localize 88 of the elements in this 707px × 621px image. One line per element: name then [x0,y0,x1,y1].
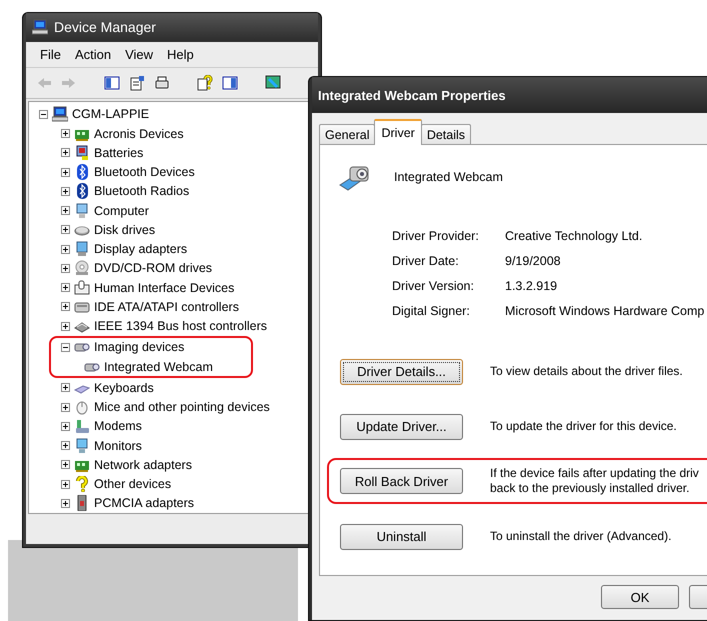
expand-icon[interactable] [61,383,70,392]
monitor-icon [74,202,90,219]
action-description: To update the driver for this device. [490,419,677,434]
expand-icon[interactable] [61,422,70,431]
collapse-icon[interactable] [61,342,70,352]
question-mark-icon [74,476,90,492]
battery-icon [74,144,90,161]
expand-icon[interactable] [61,244,70,254]
expand-icon[interactable] [61,225,70,234]
window-title: Device Manager [54,19,156,36]
action-description: To view details about the driver files. [490,364,683,379]
expand-icon[interactable] [61,283,70,292]
device-name: Integrated Webcam [394,170,503,184]
computer-icon [32,19,48,36]
expand-icon[interactable] [61,460,70,470]
tree-item[interactable]: Integrated Webcam [104,360,213,374]
tab[interactable]: Driver [374,119,422,145]
field-value: Creative Technology Ltd. [505,229,644,243]
tree-item[interactable]: Keyboards [94,380,154,395]
menu-item[interactable]: Help [161,44,200,64]
modem-icon [74,418,90,434]
expand-icon[interactable] [61,129,70,138]
printer-icon[interactable] [154,74,170,91]
bluetooth-icon [74,164,90,180]
field-label: Driver Date: [392,254,460,268]
field-label: Driver Version: [392,279,475,293]
dialog-button[interactable] [689,585,707,609]
expand-icon[interactable] [61,186,70,196]
field-value: 9/19/2008 [505,254,562,268]
expand-icon[interactable] [61,498,70,508]
menu-item[interactable]: Action [68,44,118,64]
tree-item[interactable]: Bluetooth Devices [94,165,195,180]
tree-item[interactable]: Monitors [94,438,142,453]
tree-item[interactable]: Modems [94,419,142,434]
driver-action-button[interactable]: Driver Details... [340,358,463,384]
tree-item[interactable]: Human Interface Devices [94,280,234,295]
menu-item[interactable]: View [119,44,160,64]
tree-item[interactable]: Bluetooth Radios [94,184,190,198]
expand-icon[interactable] [61,402,70,412]
tree-item[interactable]: Acronis Devices [94,126,184,141]
tree-item[interactable]: IEEE 1394 Bus host controllers [94,319,268,334]
tree-item[interactable]: Imaging devices [94,340,184,354]
tab[interactable]: Details [420,124,472,144]
action-description: To uninstall the driver (Advanced). [490,529,672,544]
panel-icon[interactable] [104,74,120,91]
expand-icon[interactable] [61,148,70,158]
panel-icon[interactable] [222,74,238,91]
expand-icon[interactable] [61,264,70,273]
tree-item[interactable]: DVD/CD-ROM drives [94,261,212,276]
tree-item[interactable]: Batteries [94,146,144,160]
scan-hardware-icon[interactable] [265,74,281,91]
tree-item[interactable]: Computer [94,204,149,218]
help-icon[interactable] [197,74,213,91]
tree-item[interactable]: Mice and other pointing devices [94,400,270,414]
expand-icon[interactable] [61,168,70,177]
computer-icon [52,106,68,122]
driver-action-button[interactable]: Update Driver... [340,414,463,440]
expand-icon[interactable] [61,322,70,331]
properties-icon[interactable] [129,74,145,91]
collapse-icon[interactable] [39,110,48,119]
field-value: Microsoft Windows Hardware Comp [505,304,706,318]
driver-action-button[interactable]: Uninstall [340,524,463,550]
tree-item[interactable]: IDE ATA/ATAPI controllers [94,300,239,314]
tab[interactable]: General [319,124,376,144]
menu-item[interactable]: File [34,44,67,64]
field-label: Driver Provider: [392,229,480,243]
driver-action-button[interactable]: Roll Back Driver [340,468,463,494]
tree-item[interactable]: Disk drives [94,222,156,237]
expand-icon[interactable] [61,480,70,489]
expand-icon[interactable] [61,206,70,216]
mouse-keyboard-icon [74,280,90,296]
expand-icon[interactable] [61,441,70,450]
ok-button[interactable]: OK [601,585,680,609]
tree-item[interactable]: Other devices [94,477,172,492]
display-adapter-icon [74,241,90,258]
expand-icon[interactable] [61,302,70,312]
action-description: If the device fails after updating the driv back to the previously installed driver. [490,466,699,496]
tree-item[interactable]: CGM-LAPPIE [72,107,150,122]
monitor-icon [74,438,90,454]
tree-item[interactable]: PCMCIA adapters [94,496,194,510]
field-value: 1.3.2.919 [505,279,558,293]
tree-item[interactable]: Network adapters [94,458,192,472]
field-label: Digital Signer: [392,304,471,318]
dialog-title: Integrated Webcam Properties [318,88,506,102]
bluetooth-icon [74,183,90,200]
mouse-icon [74,399,90,416]
tree-item[interactable]: Display adapters [94,242,188,256]
disc-icon [74,260,90,276]
